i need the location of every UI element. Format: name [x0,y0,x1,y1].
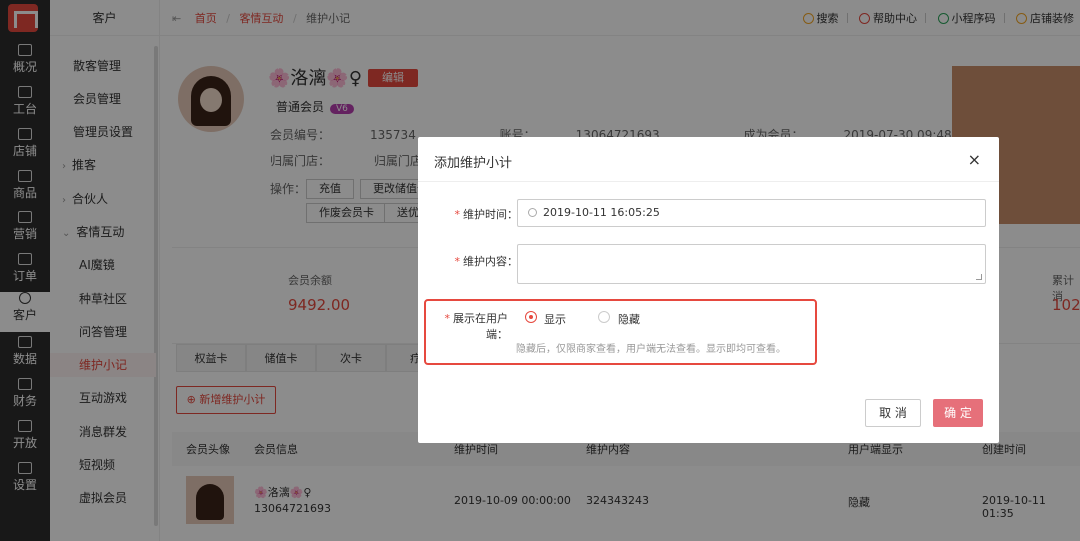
radio-hide-label[interactable]: 隐藏 [618,311,640,327]
dialog-title: 添加维护小计 [434,156,513,171]
resize-handle[interactable] [976,274,982,280]
show-label: * 展示在用户端： [444,312,509,341]
close-icon[interactable]: × [968,150,981,169]
content-textarea[interactable] [517,244,986,284]
clock-icon [528,208,537,217]
time-label: * 维护时间： [454,208,519,221]
cancel-button[interactable]: 取 消 [865,399,921,427]
radio-show[interactable] [525,311,537,323]
time-field[interactable]: 2019-10-11 16:05:25 [517,199,986,227]
divider [418,181,999,182]
content-label: * 维护内容： [454,255,519,268]
radio-show-label[interactable]: 显示 [544,311,566,327]
add-note-dialog: 添加维护小计 × * 维护时间： 2019-10-11 16:05:25 * 维护内… [418,137,999,443]
visibility-hint: 隐藏后，仅限商家查看，用户端无法查看。显示即均可查看。 [516,344,786,355]
radio-hide[interactable] [598,311,610,323]
confirm-button[interactable]: 确 定 [933,399,983,427]
